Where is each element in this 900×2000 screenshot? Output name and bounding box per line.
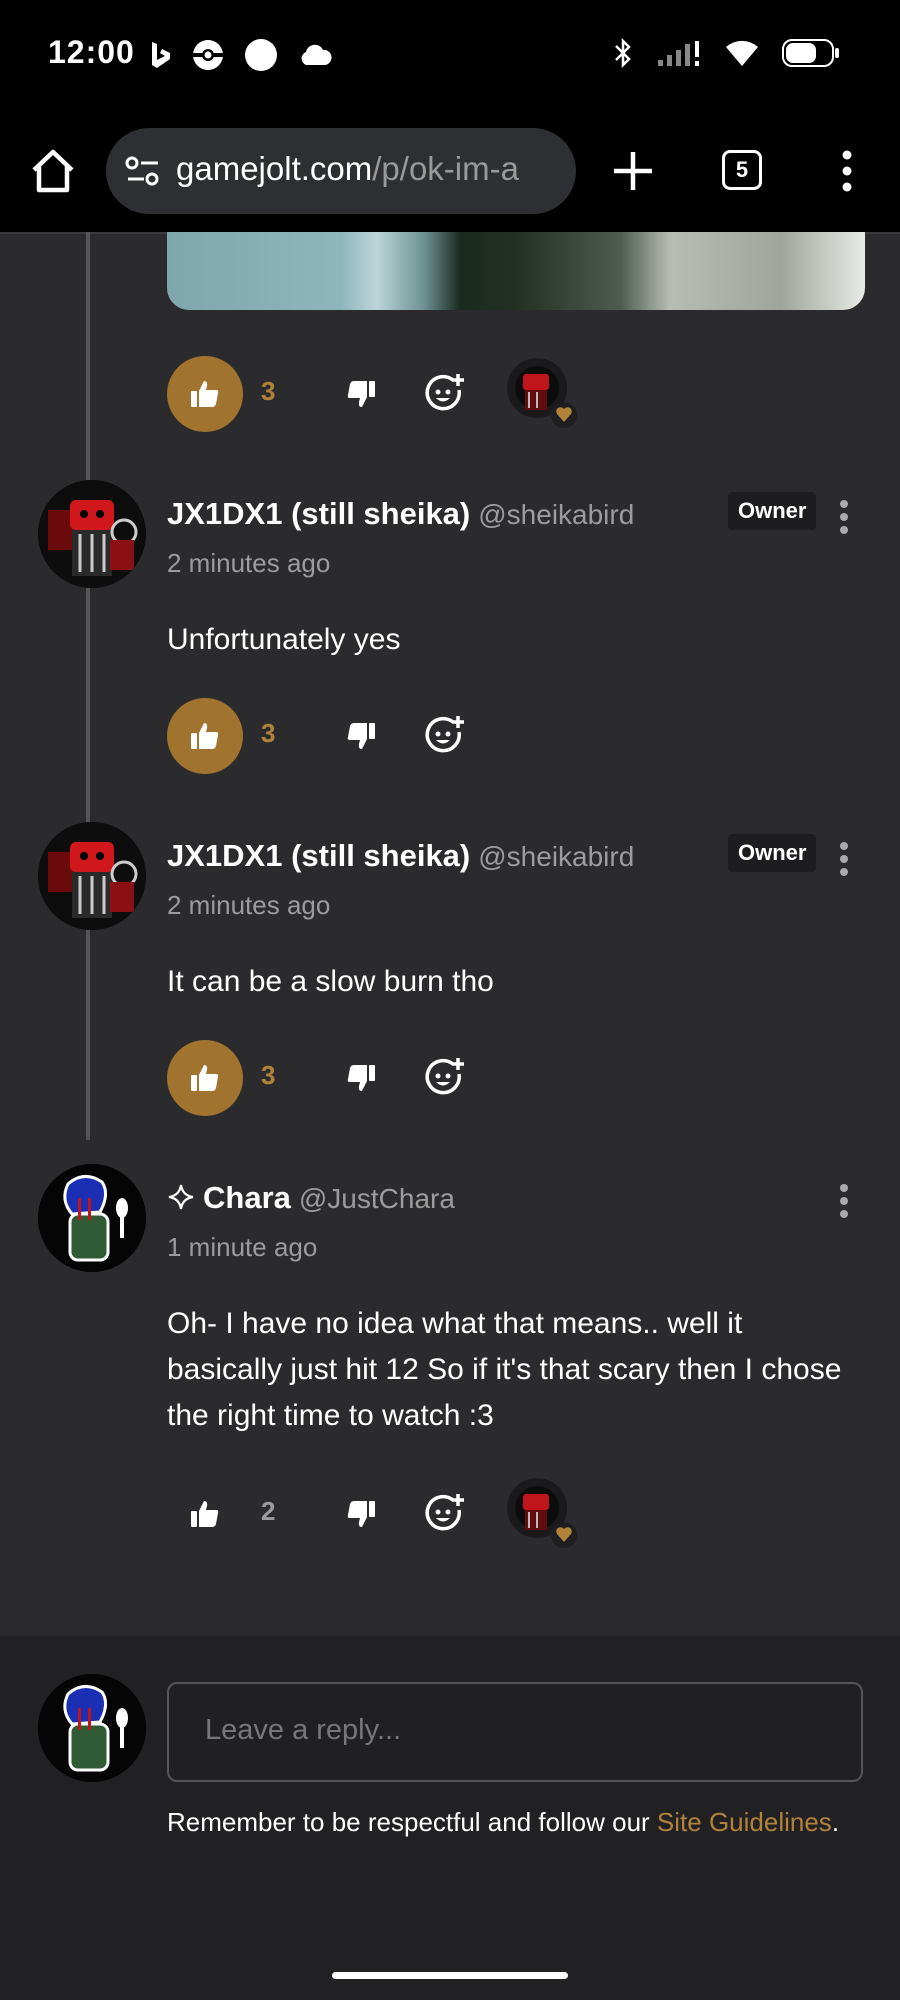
comment-author[interactable]: Chara @JustChara: [167, 1180, 455, 1216]
gesture-handle[interactable]: [332, 1972, 568, 1979]
avatar-image: [38, 1164, 146, 1272]
thumbs-down-icon[interactable]: [345, 378, 377, 410]
reply-section: Leave a reply... Remember to be respectf…: [0, 1636, 900, 1946]
add-reaction-icon[interactable]: [425, 716, 465, 756]
author-name[interactable]: JX1DX1 (still sheika): [167, 496, 470, 531]
comment-time: 2 minutes ago: [167, 548, 331, 578]
reactor-avatar[interactable]: [505, 1476, 579, 1550]
avatar[interactable]: [38, 480, 146, 588]
wifi-icon: [726, 40, 758, 66]
guidelines-note-text: Remember to be respectful and follow our: [167, 1807, 657, 1837]
comment-actions: 2: [167, 1476, 667, 1552]
author-name[interactable]: Chara: [203, 1180, 291, 1215]
pokeball-icon: [193, 40, 223, 70]
current-user-avatar[interactable]: [38, 1674, 146, 1782]
comment-time: 2 minutes ago: [167, 890, 331, 920]
thumbs-down-icon[interactable]: [345, 1498, 377, 1530]
post-actions: 3: [167, 356, 667, 432]
reactor-avatar[interactable]: [505, 356, 579, 430]
thumbs-up-icon: [191, 381, 219, 407]
author-handle[interactable]: @sheikabird: [478, 499, 634, 530]
site-settings-icon[interactable]: [124, 152, 162, 190]
like-button[interactable]: [167, 356, 243, 432]
avatar[interactable]: [38, 822, 146, 930]
like-button[interactable]: [167, 1476, 243, 1552]
like-button[interactable]: [167, 1040, 243, 1116]
owner-badge: Owner: [728, 834, 817, 872]
home-icon[interactable]: [28, 146, 78, 196]
battery-icon: [782, 39, 839, 67]
comment-text: It can be a slow burn tho: [167, 965, 494, 998]
avatar-image: [38, 822, 146, 930]
avatar-image: [38, 480, 146, 588]
thumbs-down-icon[interactable]: [345, 1062, 377, 1094]
site-guidelines-link[interactable]: Site Guidelines: [657, 1807, 832, 1837]
post-image[interactable]: [167, 232, 865, 310]
thread-line: [86, 232, 90, 1140]
comment-menu-icon[interactable]: [838, 1183, 850, 1219]
thumbs-down-icon[interactable]: [345, 720, 377, 752]
comment-actions: 3: [167, 1040, 667, 1116]
like-button[interactable]: [167, 698, 243, 774]
bing-icon: [152, 42, 170, 68]
add-reaction-icon[interactable]: [425, 1494, 465, 1534]
reply-input[interactable]: Leave a reply...: [167, 1682, 863, 1782]
comment-menu-icon[interactable]: [838, 841, 850, 877]
like-count[interactable]: 3: [261, 376, 275, 407]
status-time: 12:00: [48, 34, 135, 70]
guidelines-note-end: .: [831, 1807, 840, 1837]
new-tab-icon[interactable]: [610, 148, 656, 194]
author-name[interactable]: JX1DX1 (still sheika): [167, 838, 470, 873]
circle-icon: [245, 39, 277, 71]
like-count[interactable]: 3: [261, 718, 275, 749]
url-path: /p/ok-im-a: [372, 150, 519, 187]
comment-author[interactable]: JX1DX1 (still sheika) @sheikabird: [167, 838, 634, 874]
more-menu-icon[interactable]: [834, 146, 860, 196]
thumbs-up-icon: [191, 1501, 219, 1527]
cloud-icon: [301, 44, 332, 65]
sparkle-icon: [168, 1184, 194, 1210]
thumbs-up-icon: [191, 1065, 219, 1091]
thumbs-up-icon: [191, 723, 219, 749]
comment-time: 1 minute ago: [167, 1232, 318, 1262]
avatar[interactable]: [38, 1164, 146, 1272]
author-handle[interactable]: @JustChara: [299, 1183, 455, 1214]
comment-actions: 3: [167, 698, 667, 774]
comment-author[interactable]: JX1DX1 (still sheika) @sheikabird: [167, 496, 634, 532]
browser-toolbar: gamejolt.com/p/ok-im-a 5: [0, 110, 900, 234]
comment-text: Oh- I have no idea what that means.. wel…: [167, 1307, 842, 1432]
comment-menu-icon[interactable]: [838, 499, 850, 535]
add-reaction-icon[interactable]: [425, 1058, 465, 1098]
owner-badge: Owner: [728, 492, 817, 530]
status-bar: 12:00: [0, 0, 900, 110]
comment-text: Unfortunately yes: [167, 623, 401, 656]
author-handle[interactable]: @sheikabird: [478, 841, 634, 872]
avatar-image: [38, 1674, 146, 1782]
navigation-bar: [0, 1946, 900, 2000]
add-reaction-icon[interactable]: [425, 374, 465, 414]
tab-switcher-button[interactable]: 5: [722, 150, 762, 190]
url-domain: gamejolt.com: [176, 150, 373, 187]
url-text[interactable]: gamejolt.com/p/ok-im-a: [176, 150, 566, 188]
guidelines-note: Remember to be respectful and follow our…: [167, 1802, 867, 1842]
reply-placeholder: Leave a reply...: [205, 1714, 402, 1746]
like-count[interactable]: 2: [261, 1496, 275, 1527]
like-count[interactable]: 3: [261, 1060, 275, 1091]
signal-icon: [658, 41, 699, 66]
bluetooth-icon: [615, 38, 631, 68]
url-bar[interactable]: gamejolt.com/p/ok-im-a: [106, 128, 576, 214]
